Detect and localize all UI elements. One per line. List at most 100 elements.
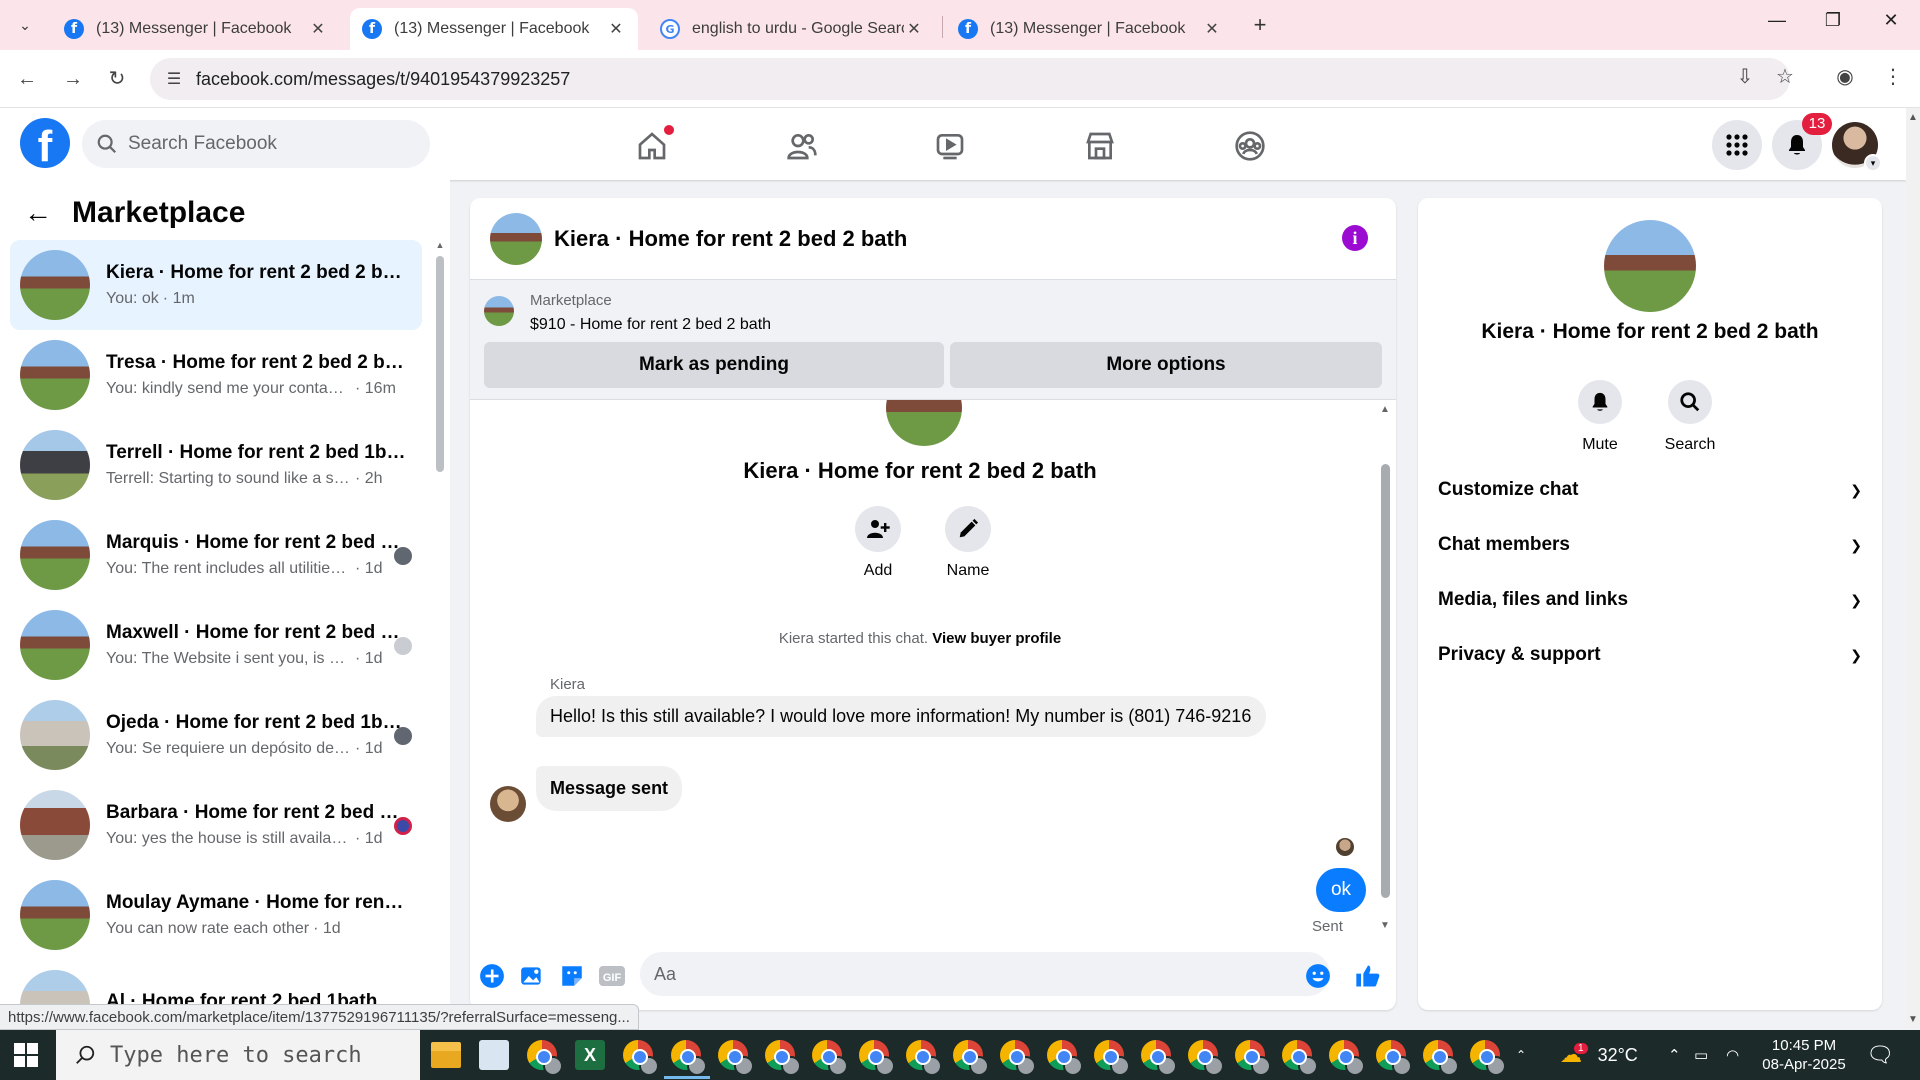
scroll-down-icon[interactable]: ▼ <box>1378 920 1392 931</box>
chrome-profile-icon[interactable] <box>1141 1040 1177 1076</box>
list-item[interactable]: Ojeda · Home for rent 2 bed 1bath You: S… <box>10 690 422 780</box>
tab-search-chevron-icon[interactable]: ⌄ <box>12 12 38 38</box>
search-in-conversation-action[interactable]: Search <box>1650 380 1730 454</box>
list-item[interactable]: Tresa · Home for rent 2 bed 2 bath You: … <box>10 330 422 420</box>
media-files-links-row[interactable]: Media, files and links ❯ <box>1438 578 1862 622</box>
taskbar-search-box[interactable] <box>56 1030 420 1080</box>
view-buyer-profile-link[interactable]: View buyer profile <box>932 630 1061 647</box>
facebook-search-box[interactable] <box>82 120 430 168</box>
mark-as-pending-button[interactable]: Mark as pending <box>484 342 944 388</box>
plus-circle-icon[interactable] <box>478 962 506 990</box>
file-explorer-icon[interactable] <box>431 1042 461 1068</box>
scrollbar-thumb[interactable] <box>436 256 444 472</box>
list-item[interactable]: Barbara · Home for rent 2 bed 2 bath You… <box>10 780 422 870</box>
list-item[interactable]: Moulay Aymane · Home for rent 2 bed 2 ba… <box>10 870 422 960</box>
chrome-profile-icon[interactable] <box>1423 1040 1459 1076</box>
wifi-icon[interactable]: ◠ <box>1726 1030 1739 1080</box>
friends-icon[interactable] <box>782 126 822 166</box>
conversation-list-scrollbar[interactable]: ▲ <box>434 240 446 1000</box>
browser-tab-3[interactable]: G english to urdu - Google Search ✕ <box>648 8 936 50</box>
chrome-profile-icon[interactable] <box>1329 1040 1365 1076</box>
conversation-avatar[interactable] <box>1604 220 1696 312</box>
taskbar-search-input[interactable] <box>110 1042 410 1068</box>
incoming-message-bubble[interactable]: Message sent <box>536 766 683 811</box>
close-window-icon[interactable]: ✕ <box>1868 10 1914 31</box>
chat-members-row[interactable]: Chat members ❯ <box>1438 523 1862 567</box>
back-arrow-icon[interactable]: ← <box>12 64 42 94</box>
list-item[interactable]: Marquis · Home for rent 2 bed 2 bath You… <box>10 510 422 600</box>
site-settings-icon[interactable]: ☰ <box>162 69 186 89</box>
thumbs-up-icon[interactable] <box>1354 962 1382 990</box>
scroll-up-icon[interactable]: ▲ <box>1378 404 1392 415</box>
profile-icon[interactable]: ◉ <box>1830 64 1860 89</box>
facebook-logo-icon[interactable]: f <box>20 118 70 168</box>
list-item[interactable]: Al · Home for rent 2 bed 1bath <box>10 960 422 1008</box>
outgoing-message-bubble[interactable]: ok <box>1316 868 1366 912</box>
scrollbar-thumb[interactable] <box>1381 464 1390 898</box>
message-input[interactable] <box>640 952 1330 996</box>
new-tab-plus-icon[interactable]: + <box>1246 12 1274 38</box>
message-thread-scrollbar[interactable]: ▲ ▼ <box>1378 404 1392 934</box>
back-arrow-icon[interactable]: ← <box>24 197 52 229</box>
privacy-support-row[interactable]: Privacy & support ❯ <box>1438 633 1862 677</box>
excel-icon[interactable]: X <box>575 1040 605 1070</box>
browser-tab-4[interactable]: f (13) Messenger | Facebook ✕ <box>946 8 1234 50</box>
tab-close-icon[interactable]: ✕ <box>308 19 328 39</box>
emoji-icon[interactable] <box>1304 962 1332 990</box>
chrome-profile-icon[interactable] <box>1047 1040 1083 1076</box>
scroll-up-icon[interactable]: ▲ <box>434 240 446 250</box>
account-chevron-down-icon[interactable]: ▾ <box>1864 154 1882 172</box>
paint-app-icon[interactable] <box>479 1040 509 1070</box>
video-icon[interactable] <box>930 126 970 166</box>
chrome-profile-icon[interactable] <box>718 1040 754 1076</box>
forward-arrow-icon[interactable]: → <box>58 64 88 94</box>
browser-tab-1[interactable]: f (13) Messenger | Facebook ✕ <box>52 8 340 50</box>
chat-title[interactable]: Kiera · Home for rent 2 bed 2 bath <box>554 226 907 252</box>
add-people-action[interactable]: Add <box>838 506 918 580</box>
chrome-profile-icon[interactable] <box>765 1040 801 1076</box>
chrome-profile-icon[interactable] <box>1000 1040 1036 1076</box>
photo-icon[interactable] <box>518 962 546 990</box>
tab-close-icon[interactable]: ✕ <box>1202 19 1222 39</box>
system-clock[interactable]: 10:45 PM 08-Apr-2025 <box>1754 1036 1854 1074</box>
gif-icon[interactable]: GIF <box>598 962 626 990</box>
chrome-profile-icon[interactable] <box>1188 1040 1224 1076</box>
restore-icon[interactable]: ❐ <box>1810 10 1856 31</box>
marketplace-icon[interactable] <box>1080 126 1120 166</box>
bookmark-star-icon[interactable]: ☆ <box>1770 64 1800 89</box>
facebook-search-input[interactable] <box>128 133 408 155</box>
address-bar[interactable]: ☰ facebook.com/messages/t/94019543799232… <box>150 58 1790 100</box>
scroll-up-icon[interactable]: ▲ <box>1906 112 1920 123</box>
weather-widget[interactable]: ☁ 1 32°C <box>1560 1030 1638 1080</box>
taskbar-scroll-chevrons-icon[interactable]: ⌃ <box>1516 1030 1526 1080</box>
reload-icon[interactable]: ↻ <box>102 64 132 94</box>
browser-tab-2-active[interactable]: f (13) Messenger | Facebook ✕ <box>350 8 638 50</box>
mute-action[interactable]: Mute <box>1560 380 1640 454</box>
browser-menu-icon[interactable]: ⋮ <box>1878 64 1908 89</box>
chrome-profile-icon[interactable] <box>812 1040 848 1076</box>
page-scrollbar[interactable]: ▲ ▼ <box>1906 108 1920 1028</box>
sender-avatar[interactable] <box>490 786 526 822</box>
notification-center-icon[interactable]: 🗨 <box>1866 1030 1894 1080</box>
install-app-icon[interactable]: ⇩ <box>1730 64 1760 89</box>
chrome-profile-icon[interactable] <box>859 1040 895 1076</box>
battery-icon[interactable]: ▭ <box>1694 1030 1708 1080</box>
scroll-down-icon[interactable]: ▼ <box>1906 1014 1920 1025</box>
chrome-profile-icon[interactable] <box>1094 1040 1130 1076</box>
chrome-profile-icon[interactable] <box>671 1040 707 1076</box>
chat-avatar[interactable] <box>490 212 542 265</box>
chrome-profile-icon[interactable] <box>1470 1040 1506 1076</box>
minimize-icon[interactable]: — <box>1754 10 1800 31</box>
tab-close-icon[interactable]: ✕ <box>606 19 626 39</box>
chrome-profile-icon[interactable] <box>623 1040 659 1076</box>
tab-close-icon[interactable]: ✕ <box>904 19 924 39</box>
list-item[interactable]: Terrell · Home for rent 2 bed 1bath Terr… <box>10 420 422 510</box>
chrome-profile-icon[interactable] <box>1282 1040 1318 1076</box>
incoming-message-bubble[interactable]: Hello! Is this still available? I would … <box>536 696 1266 737</box>
chrome-profile-icon[interactable] <box>527 1040 563 1076</box>
list-item[interactable]: Kiera · Home for rent 2 bed 2 bath You: … <box>10 240 422 330</box>
sticker-icon[interactable] <box>558 962 586 990</box>
windows-start-icon[interactable] <box>14 1043 38 1067</box>
listing-thumbnail[interactable] <box>484 296 514 326</box>
more-options-button[interactable]: More options <box>950 342 1382 388</box>
